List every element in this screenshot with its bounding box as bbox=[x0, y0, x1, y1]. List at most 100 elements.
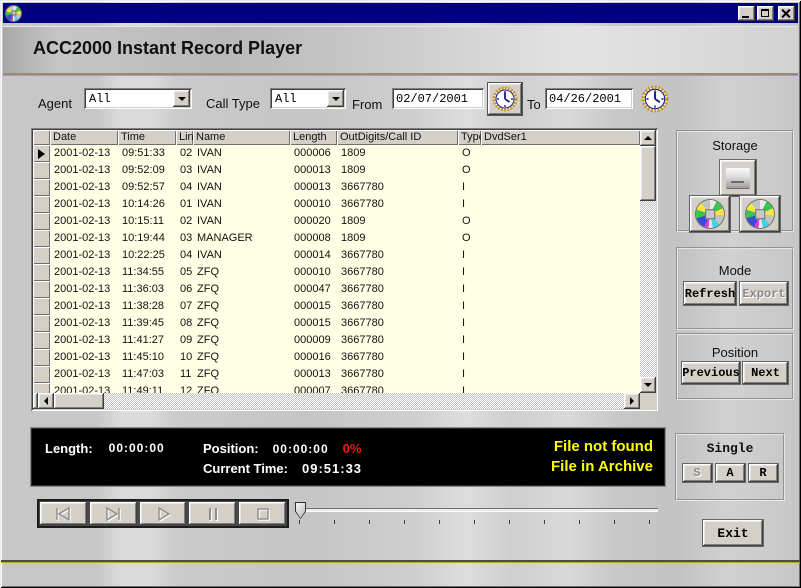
cell-DvdSer1 bbox=[481, 349, 640, 366]
column-header[interactable] bbox=[33, 130, 50, 145]
cell-Name: ZFQ bbox=[193, 349, 290, 366]
single-s-button[interactable]: S bbox=[683, 464, 712, 482]
scroll-right-button[interactable] bbox=[624, 393, 640, 409]
table-row[interactable]: 2001-02-1309:52:0903IVAN0000131809O bbox=[33, 162, 640, 179]
seek-slider[interactable] bbox=[293, 502, 660, 528]
table-row[interactable]: 2001-02-1311:39:4508ZFQ0000153667780I bbox=[33, 315, 640, 332]
from-label: From bbox=[352, 97, 382, 112]
to-date-field[interactable]: 04/26/2001 bbox=[545, 88, 633, 109]
from-date-field[interactable]: 02/07/2001 bbox=[392, 88, 484, 109]
row-selector[interactable] bbox=[33, 264, 50, 281]
row-selector[interactable] bbox=[33, 349, 50, 366]
table-row[interactable]: 2001-02-1311:41:2709ZFQ0000093667780I bbox=[33, 332, 640, 349]
table-row[interactable]: 2001-02-1310:14:2601IVAN0000103667780I bbox=[33, 196, 640, 213]
maximize-button[interactable] bbox=[757, 6, 774, 21]
cell-Name: IVAN bbox=[193, 162, 290, 179]
table-row[interactable]: 2001-02-1309:51:3302IVAN0000061809O bbox=[33, 145, 640, 162]
minimize-button[interactable] bbox=[738, 6, 755, 21]
row-selector[interactable] bbox=[33, 315, 50, 332]
column-header[interactable]: Length bbox=[290, 130, 337, 145]
column-header[interactable]: DvdSer1 bbox=[481, 130, 640, 145]
agent-combobox[interactable]: All bbox=[84, 88, 192, 109]
table-row[interactable]: 2001-02-1311:45:1010ZFQ0000163667780I bbox=[33, 349, 640, 366]
row-selector[interactable] bbox=[33, 366, 50, 383]
column-header[interactable]: Time bbox=[118, 130, 176, 145]
export-button[interactable]: Export bbox=[740, 282, 788, 305]
skip-back-button[interactable] bbox=[40, 502, 87, 525]
table-row[interactable]: 2001-02-1311:49:1112ZFQ0000073667780I bbox=[33, 383, 640, 393]
row-selector[interactable] bbox=[33, 281, 50, 298]
cell-Length: 000006 bbox=[290, 145, 337, 162]
stop-icon bbox=[248, 506, 278, 522]
skip-forward-button[interactable] bbox=[90, 502, 137, 525]
row-selector[interactable] bbox=[33, 179, 50, 196]
column-header[interactable]: Name bbox=[193, 130, 290, 145]
horizontal-scrollbar[interactable] bbox=[33, 393, 640, 409]
row-selector[interactable] bbox=[33, 247, 50, 264]
title-bar bbox=[3, 3, 798, 23]
cell-Length: 000015 bbox=[290, 315, 337, 332]
storage-panel: Storage bbox=[676, 130, 794, 232]
slider-thumb[interactable] bbox=[295, 502, 306, 519]
table-row[interactable]: 2001-02-1310:19:4403MANAGER0000081809O bbox=[33, 230, 640, 247]
exit-button[interactable]: Exit bbox=[703, 520, 763, 546]
pause-button[interactable] bbox=[189, 502, 236, 525]
cell-OutDigits/Call ID: 3667780 bbox=[337, 349, 458, 366]
length-label: Length: bbox=[45, 441, 93, 456]
cell-Length: 000010 bbox=[290, 196, 337, 213]
call-type-combobox[interactable]: All bbox=[270, 88, 346, 109]
table-row[interactable]: 2001-02-1311:36:0306ZFQ0000473667780I bbox=[33, 281, 640, 298]
row-selector[interactable] bbox=[33, 230, 50, 247]
cell-Date: 2001-02-13 bbox=[50, 383, 118, 393]
cell-OutDigits/Call ID: 1809 bbox=[337, 213, 458, 230]
column-header[interactable]: OutDigits/Call ID bbox=[337, 130, 458, 145]
column-header[interactable]: Date bbox=[50, 130, 118, 145]
scroll-up-button[interactable] bbox=[640, 130, 656, 146]
table-row[interactable]: 2001-02-1309:52:5704IVAN0000133667780I bbox=[33, 179, 640, 196]
table-row[interactable]: 2001-02-1311:38:2807ZFQ0000153667780I bbox=[33, 298, 640, 315]
row-selector[interactable] bbox=[33, 162, 50, 179]
next-button[interactable]: Next bbox=[743, 362, 788, 384]
cell-DvdSer1 bbox=[481, 213, 640, 230]
table-row[interactable]: 2001-02-1310:22:2504IVAN0000143667780I bbox=[33, 247, 640, 264]
row-selector[interactable] bbox=[33, 332, 50, 349]
row-selector[interactable] bbox=[33, 145, 50, 162]
previous-button[interactable]: Previous bbox=[682, 362, 740, 384]
cell-DvdSer1 bbox=[481, 230, 640, 247]
single-r-button[interactable]: R bbox=[749, 464, 778, 482]
cell-Name: ZFQ bbox=[193, 281, 290, 298]
scroll-down-button[interactable] bbox=[640, 377, 656, 393]
stop-button[interactable] bbox=[239, 502, 286, 525]
column-header[interactable]: Line bbox=[176, 130, 193, 145]
chevron-down-icon bbox=[178, 97, 186, 101]
call-type-dropdown-button[interactable] bbox=[327, 90, 344, 107]
table-row[interactable]: 2001-02-1311:47:0311ZFQ0000133667780I bbox=[33, 366, 640, 383]
row-selector[interactable] bbox=[33, 298, 50, 315]
table-row[interactable]: 2001-02-1310:15:1102IVAN0000201809O bbox=[33, 213, 640, 230]
records-grid: DateTimeLineNameLengthOutDigits/Call IDT… bbox=[31, 128, 658, 411]
row-selector[interactable] bbox=[33, 383, 50, 393]
close-button[interactable] bbox=[778, 6, 795, 21]
table-row[interactable]: 2001-02-1311:34:5505ZFQ0000103667780I bbox=[33, 264, 640, 281]
agent-dropdown-button[interactable] bbox=[173, 90, 190, 107]
cell-Date: 2001-02-13 bbox=[50, 298, 118, 315]
column-header[interactable]: Type bbox=[458, 130, 481, 145]
vertical-scroll-thumb[interactable] bbox=[640, 146, 656, 201]
slider-track[interactable] bbox=[295, 508, 658, 512]
to-calendar-button[interactable] bbox=[638, 83, 672, 115]
play-button[interactable] bbox=[140, 502, 187, 525]
status-message: File not found File in Archive bbox=[551, 437, 653, 477]
cell-OutDigits/Call ID: 1809 bbox=[337, 145, 458, 162]
cell-Date: 2001-02-13 bbox=[50, 332, 118, 349]
cd-right-button[interactable] bbox=[740, 196, 780, 232]
vertical-scrollbar[interactable] bbox=[640, 130, 656, 393]
from-calendar-button[interactable] bbox=[488, 83, 522, 115]
refresh-button[interactable]: Refresh bbox=[684, 282, 736, 305]
hard-drive-button[interactable] bbox=[720, 160, 756, 196]
cd-left-button[interactable] bbox=[690, 196, 730, 232]
single-a-button[interactable]: A bbox=[716, 464, 745, 482]
scroll-left-button[interactable] bbox=[38, 393, 54, 409]
row-selector[interactable] bbox=[33, 213, 50, 230]
horizontal-scroll-thumb[interactable] bbox=[54, 393, 104, 409]
row-selector[interactable] bbox=[33, 196, 50, 213]
